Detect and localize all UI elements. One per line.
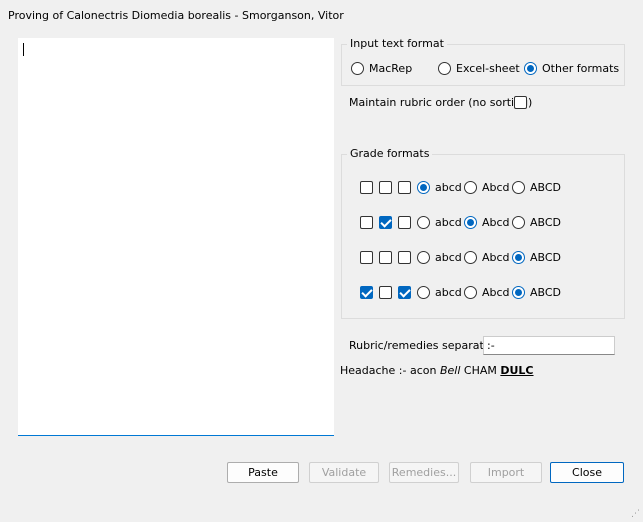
remedies-button[interactable]: Remedies... [389,462,459,483]
example-italic-text: Bell [439,364,461,377]
grade-row-2-label-abcd[interactable]: ABCD [530,216,561,230]
grade-row-4-radio-abcd[interactable] [512,286,525,299]
grade-row-3-label-abcd[interactable]: Abcd [482,251,510,265]
grade-row-2-radio-abcd[interactable] [512,216,525,229]
validate-button[interactable]: Validate [309,462,379,483]
grade-row-3-radio-abcd[interactable] [417,251,430,264]
grade-formats-legend: Grade formats [347,147,433,160]
separator-label: Rubric/remedies separator [349,339,496,352]
radio-excel-sheet-label[interactable]: Excel-sheet [456,62,520,76]
grade-row-1-label-abcd[interactable]: Abcd [482,181,510,195]
maintain-order-checkbox[interactable] [514,96,527,109]
grade-row-4-label-abcd[interactable]: Abcd [482,286,510,300]
grade-row-2-checkbox-3[interactable] [398,216,411,229]
grade-row-2-label-abcd[interactable]: abcd [435,216,462,230]
grade-row-1-label-abcd[interactable]: ABCD [530,181,561,195]
grade-row-2-checkbox-2[interactable] [379,216,392,229]
grade-row-2-label-abcd[interactable]: Abcd [482,216,510,230]
grade-row-4-radio-abcd[interactable] [464,286,477,299]
grade-row-4-label-abcd[interactable]: ABCD [530,286,561,300]
grade-row-4-radio-abcd[interactable] [417,286,430,299]
grade-row-4-label-abcd[interactable]: abcd [435,286,462,300]
grade-row-3-radio-abcd[interactable] [512,251,525,264]
grade-row-4-checkbox-2[interactable] [379,286,392,299]
radio-other-formats-label[interactable]: Other formats [542,62,619,76]
paste-button[interactable]: Paste [227,462,299,483]
radio-excel-sheet[interactable] [438,62,451,75]
grade-row-1-radio-abcd[interactable] [464,181,477,194]
resize-grip-icon[interactable]: ⋰ [631,510,640,519]
grade-row-1-checkbox-1[interactable] [360,181,373,194]
grade-row-4-checkbox-1[interactable] [360,286,373,299]
grade-row-2-checkbox-1[interactable] [360,216,373,229]
radio-macrep[interactable] [351,62,364,75]
grade-row-2-radio-abcd[interactable] [417,216,430,229]
import-button[interactable]: Import [470,462,542,483]
grade-row-3-checkbox-3[interactable] [398,251,411,264]
example-plain-text: CHAM [460,364,501,377]
radio-other-formats[interactable] [524,62,537,75]
window-title: Proving of Calonectris Diomedia borealis… [8,9,344,22]
grade-row-1-checkbox-2[interactable] [379,181,392,194]
grade-row-4-checkbox-3[interactable] [398,286,411,299]
grade-row-1-radio-abcd[interactable] [512,181,525,194]
grade-row-3-checkbox-2[interactable] [379,251,392,264]
paste-text-area[interactable] [18,38,334,436]
example-rubric-text: Headache :- acon [340,364,440,377]
close-button[interactable]: Close [550,462,624,483]
grade-row-1-label-abcd[interactable]: abcd [435,181,462,195]
example-bold-text: DULC [500,364,534,377]
grade-row-2-radio-abcd[interactable] [464,216,477,229]
input-format-legend: Input text format [347,37,447,50]
grade-row-3-radio-abcd[interactable] [464,251,477,264]
grade-row-1-radio-abcd[interactable] [417,181,430,194]
grade-row-3-label-abcd[interactable]: ABCD [530,251,561,265]
grade-row-3-checkbox-1[interactable] [360,251,373,264]
text-caret [23,43,24,56]
maintain-order-label[interactable]: Maintain rubric order (no sorting) [349,96,532,110]
radio-macrep-label[interactable]: MacRep [369,62,412,76]
grade-row-3-label-abcd[interactable]: abcd [435,251,462,265]
grade-row-1-checkbox-3[interactable] [398,181,411,194]
separator-input[interactable]: :- [483,336,615,355]
example-line: Headache :- acon Bell CHAM DULC [340,364,534,378]
